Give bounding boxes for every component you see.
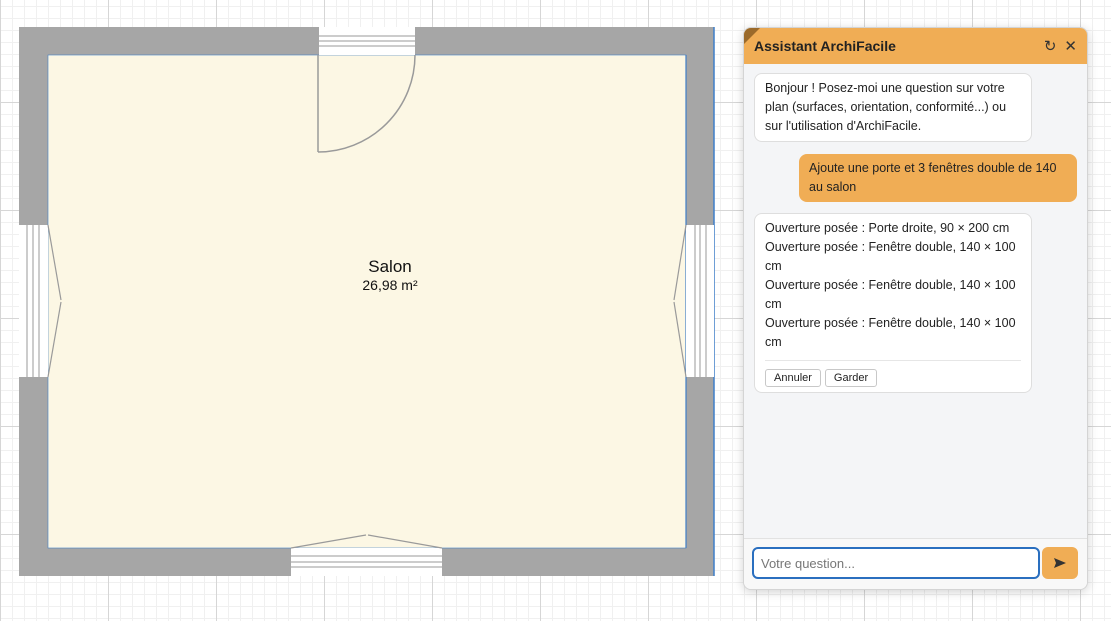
chat-header[interactable]: Assistant ArchiFacile ↻ ✕ xyxy=(744,28,1087,64)
send-button[interactable] xyxy=(1042,547,1078,579)
message-text: Bonjour ! Posez-moi une question sur vot… xyxy=(765,81,1007,133)
send-arrow-icon xyxy=(1054,558,1066,568)
assistant-message: Bonjour ! Posez-moi une question sur vot… xyxy=(754,73,1032,142)
assistant-chat-panel: Assistant ArchiFacile ↻ ✕ Bonjour ! Pose… xyxy=(743,27,1088,590)
room-salon[interactable] xyxy=(47,54,687,549)
assistant-message: Ouverture posée : Porte droite, 90 × 200… xyxy=(754,213,1032,393)
chat-title: Assistant ArchiFacile xyxy=(754,38,896,54)
resize-corner[interactable] xyxy=(744,28,760,44)
message-line: Ouverture posée : Fenêtre double, 140 × … xyxy=(765,278,1016,311)
chat-messages[interactable]: Bonjour ! Posez-moi une question sur vot… xyxy=(744,64,1087,539)
refresh-icon[interactable]: ↻ xyxy=(1044,39,1057,54)
close-icon[interactable]: ✕ xyxy=(1064,39,1077,54)
user-message: Ajoute une porte et 3 fenêtres double de… xyxy=(799,154,1077,202)
message-line: Ouverture posée : Fenêtre double, 140 × … xyxy=(765,240,1016,273)
chat-input-bar xyxy=(744,538,1087,589)
message-line: Ouverture posée : Porte droite, 90 × 200… xyxy=(765,221,1010,235)
floor-plan-canvas[interactable]: Salon 26,98 m² xyxy=(0,0,740,621)
message-actions: Annuler Garder xyxy=(765,360,1021,387)
room-name: Salon xyxy=(368,257,411,276)
room-area: 26,98 m² xyxy=(362,277,418,293)
undo-button[interactable]: Annuler xyxy=(765,369,821,387)
message-line: Ouverture posée : Fenêtre double, 140 × … xyxy=(765,316,1016,349)
message-text: Ajoute une porte et 3 fenêtres double de… xyxy=(809,161,1057,194)
question-input[interactable] xyxy=(752,547,1040,579)
keep-button[interactable]: Garder xyxy=(824,369,878,387)
